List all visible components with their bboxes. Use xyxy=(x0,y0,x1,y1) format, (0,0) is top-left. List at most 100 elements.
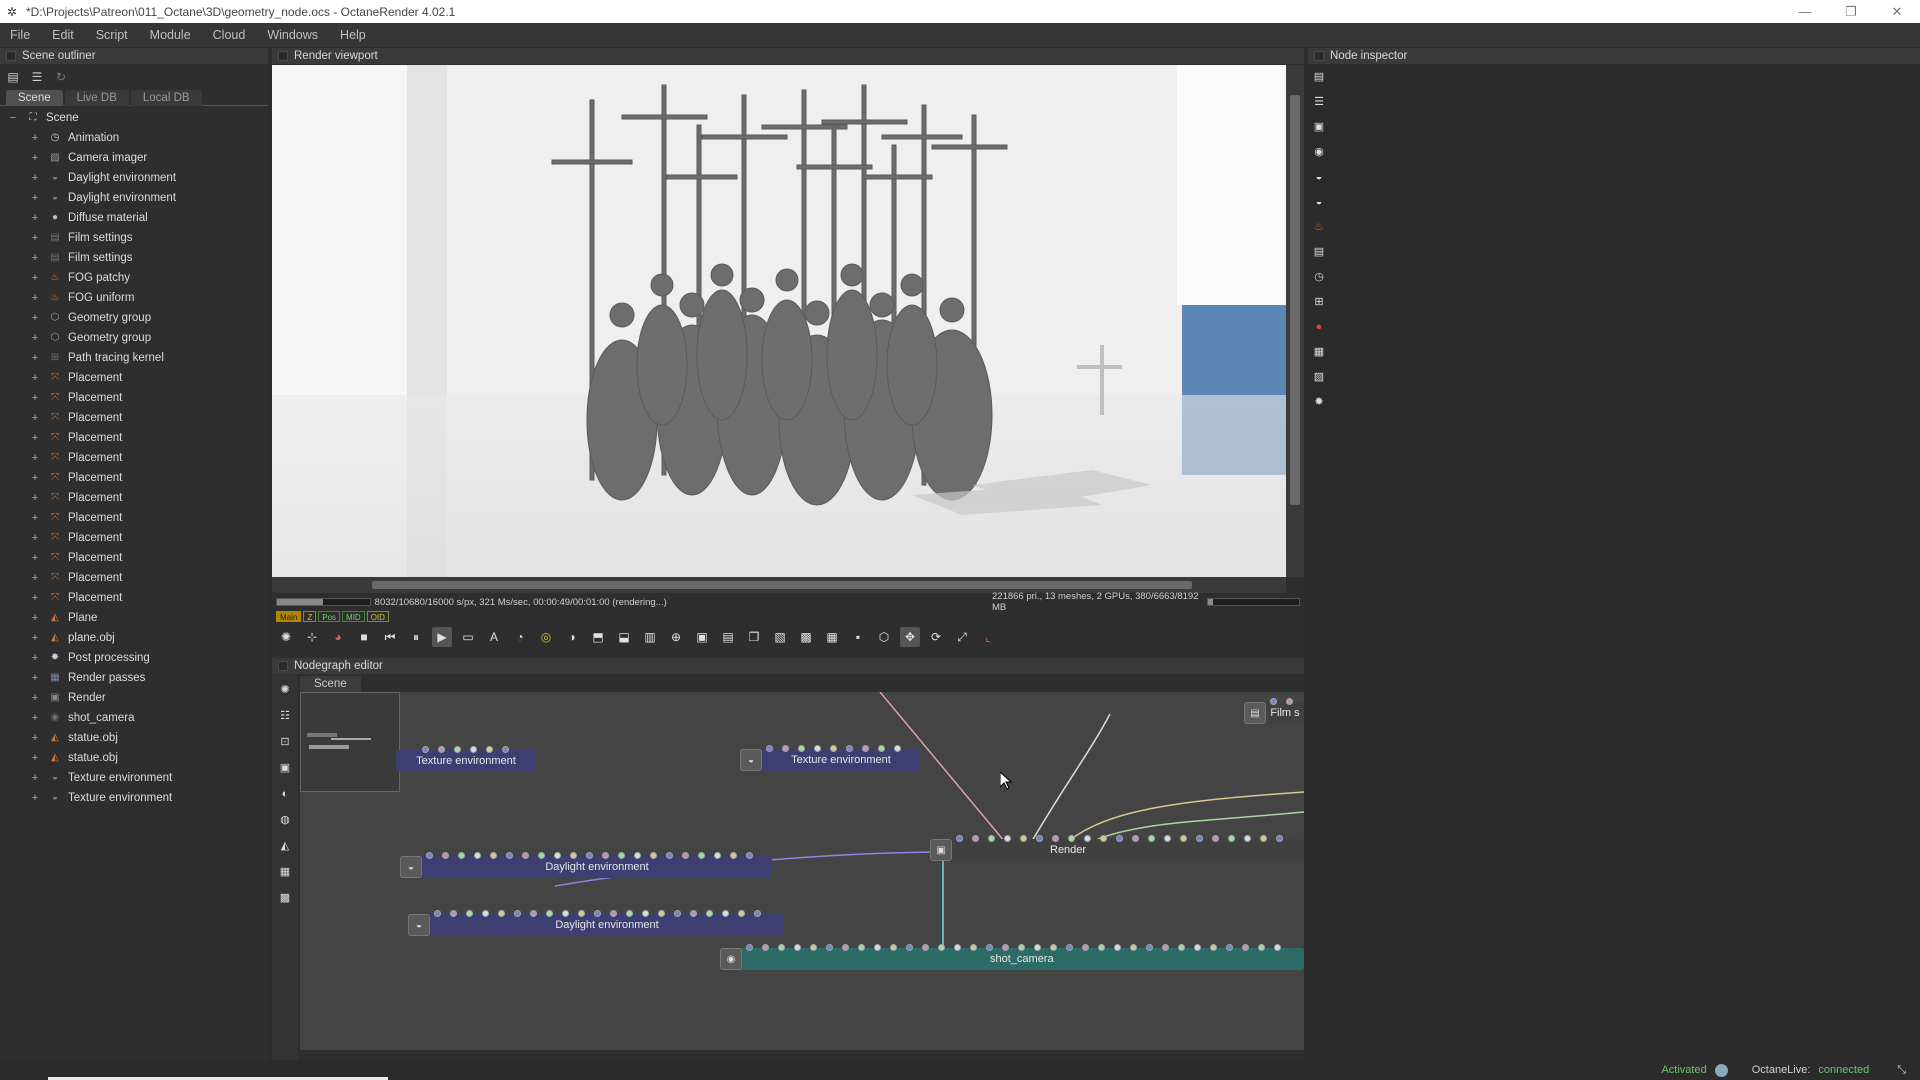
badge-oid[interactable]: OID xyxy=(366,611,389,622)
menu-windows[interactable]: Windows xyxy=(267,28,318,42)
expand-icon[interactable]: + xyxy=(30,793,40,804)
node-pin[interactable] xyxy=(1066,944,1073,951)
expand-icon[interactable]: + xyxy=(30,753,40,764)
node-pin[interactable] xyxy=(666,852,673,859)
tree-item[interactable]: + ⤧ Placement xyxy=(0,368,268,388)
node-pin[interactable] xyxy=(482,910,489,917)
node-pin[interactable] xyxy=(530,910,537,917)
environment-icon[interactable]: ◒ xyxy=(1312,170,1326,185)
node-pin[interactable] xyxy=(1180,835,1187,842)
node-pin[interactable] xyxy=(1018,944,1025,951)
cube-icon[interactable]: ⬡ xyxy=(874,627,894,647)
badge-pos[interactable]: Pos xyxy=(318,611,341,622)
node-pin[interactable] xyxy=(442,852,449,859)
node-pin[interactable] xyxy=(1002,944,1009,951)
node-pin[interactable] xyxy=(450,910,457,917)
node-pin[interactable] xyxy=(878,745,885,752)
expand-icon[interactable]: + xyxy=(30,433,40,444)
node-pin[interactable] xyxy=(1114,944,1121,951)
expand-icon[interactable]: + xyxy=(30,153,40,164)
node-pin[interactable] xyxy=(650,852,657,859)
node-shot-camera[interactable]: ◉ shot_camera xyxy=(720,944,1304,970)
tree-item[interactable]: + ⤧ Placement xyxy=(0,388,268,408)
node-texture-environment-1[interactable]: Texture environment xyxy=(396,746,536,772)
badge-z[interactable]: Z xyxy=(303,611,317,622)
color-sphere-icon[interactable]: ◕ xyxy=(328,627,348,647)
restore-button[interactable]: ❐ xyxy=(1828,0,1874,23)
texture-icon[interactable]: ◍ xyxy=(277,811,293,829)
node-pin[interactable] xyxy=(1276,835,1283,842)
node-pin[interactable] xyxy=(1050,944,1057,951)
tree-item[interactable]: + ▦ Render passes xyxy=(0,668,268,688)
node-pin[interactable] xyxy=(1212,835,1219,842)
node-pin[interactable] xyxy=(1100,835,1107,842)
recenter-icon[interactable]: ✺ xyxy=(277,681,293,699)
node-pin[interactable] xyxy=(830,745,837,752)
expand-all-icon[interactable]: ▤ xyxy=(6,70,20,84)
material-sphere-icon[interactable]: ● xyxy=(1312,320,1326,335)
expand-icon[interactable]: + xyxy=(30,633,40,644)
crop-icon[interactable]: ▣ xyxy=(692,627,712,647)
collapse-all-icon[interactable]: ☰ xyxy=(30,70,44,84)
clipboard-icon[interactable]: ▧ xyxy=(770,627,790,647)
nodegraph-canvas[interactable]: Texture environment ◒ Texture environmen… xyxy=(300,692,1304,1050)
tree-item[interactable]: + ◭ statue.obj xyxy=(0,748,268,768)
viewport-vertical-scrollbar[interactable] xyxy=(1286,65,1304,577)
node-pin[interactable] xyxy=(698,852,705,859)
expand-icon[interactable]: + xyxy=(30,233,40,244)
tree-item[interactable]: + ◭ Plane xyxy=(0,608,268,628)
node-pin[interactable] xyxy=(1178,944,1185,951)
node-pin[interactable] xyxy=(602,852,609,859)
expand-icon[interactable]: + xyxy=(30,513,40,524)
node-film-settings[interactable]: ▤ Film s xyxy=(1244,698,1304,724)
play-icon[interactable]: ▶ xyxy=(432,627,452,647)
tree-root-scene[interactable]: − ⛶ Scene xyxy=(0,108,268,128)
node-pin[interactable] xyxy=(1130,944,1137,951)
node-pin[interactable] xyxy=(594,910,601,917)
badge-main[interactable]: Main xyxy=(276,611,302,622)
refresh-icon[interactable]: ↻ xyxy=(54,70,68,84)
node-pin[interactable] xyxy=(486,746,493,753)
node-pin[interactable] xyxy=(438,746,445,753)
menu-file[interactable]: File xyxy=(10,28,30,42)
expand-icon[interactable]: + xyxy=(30,273,40,284)
geometry-icon[interactable]: ◭ xyxy=(277,837,293,855)
node-pin[interactable] xyxy=(846,745,853,752)
expand-icon[interactable]: + xyxy=(30,473,40,484)
expand-icon[interactable]: + xyxy=(30,413,40,424)
collapse-icon[interactable]: − xyxy=(8,113,18,124)
node-pin[interactable] xyxy=(778,944,785,951)
node-pin[interactable] xyxy=(1286,698,1293,705)
expand-icon[interactable]: + xyxy=(30,693,40,704)
material-picker-icon[interactable]: ⬒ xyxy=(588,627,608,647)
node-pin[interactable] xyxy=(746,944,753,951)
node-pin[interactable] xyxy=(506,852,513,859)
recenter-icon[interactable]: ✺ xyxy=(276,627,296,647)
fit-icon[interactable]: ⊡ xyxy=(277,733,293,751)
node-pin[interactable] xyxy=(1036,835,1043,842)
node-pin[interactable] xyxy=(474,852,481,859)
node-pin[interactable] xyxy=(586,852,593,859)
copy-icon[interactable]: ❐ xyxy=(744,627,764,647)
node-pin[interactable] xyxy=(862,745,869,752)
expand-icon[interactable]: + xyxy=(30,733,40,744)
node-pin[interactable] xyxy=(522,852,529,859)
node-pin[interactable] xyxy=(610,910,617,917)
tree-item[interactable]: + ⤧ Placement xyxy=(0,428,268,448)
menu-script[interactable]: Script xyxy=(96,28,128,42)
expand-icon[interactable]: + xyxy=(30,533,40,544)
node-pin[interactable] xyxy=(1226,944,1233,951)
node-texture-environment-2[interactable]: ◒ Texture environment xyxy=(740,745,920,771)
node-pin[interactable] xyxy=(502,746,509,753)
tree-item[interactable]: + ⤧ Placement xyxy=(0,528,268,548)
tree-item[interactable]: + ♨ FOG patchy xyxy=(0,268,268,288)
render-target-icon[interactable]: ▣ xyxy=(1312,120,1326,135)
tree-item[interactable]: + ⤧ Placement xyxy=(0,548,268,568)
node-pin[interactable] xyxy=(986,944,993,951)
passes-icon[interactable]: ▦ xyxy=(277,863,293,881)
node-pin[interactable] xyxy=(810,944,817,951)
tree-item[interactable]: + ◒ Texture environment xyxy=(0,788,268,808)
node-pin[interactable] xyxy=(970,944,977,951)
expand-icon[interactable]: + xyxy=(30,193,40,204)
node-pin[interactable] xyxy=(562,910,569,917)
